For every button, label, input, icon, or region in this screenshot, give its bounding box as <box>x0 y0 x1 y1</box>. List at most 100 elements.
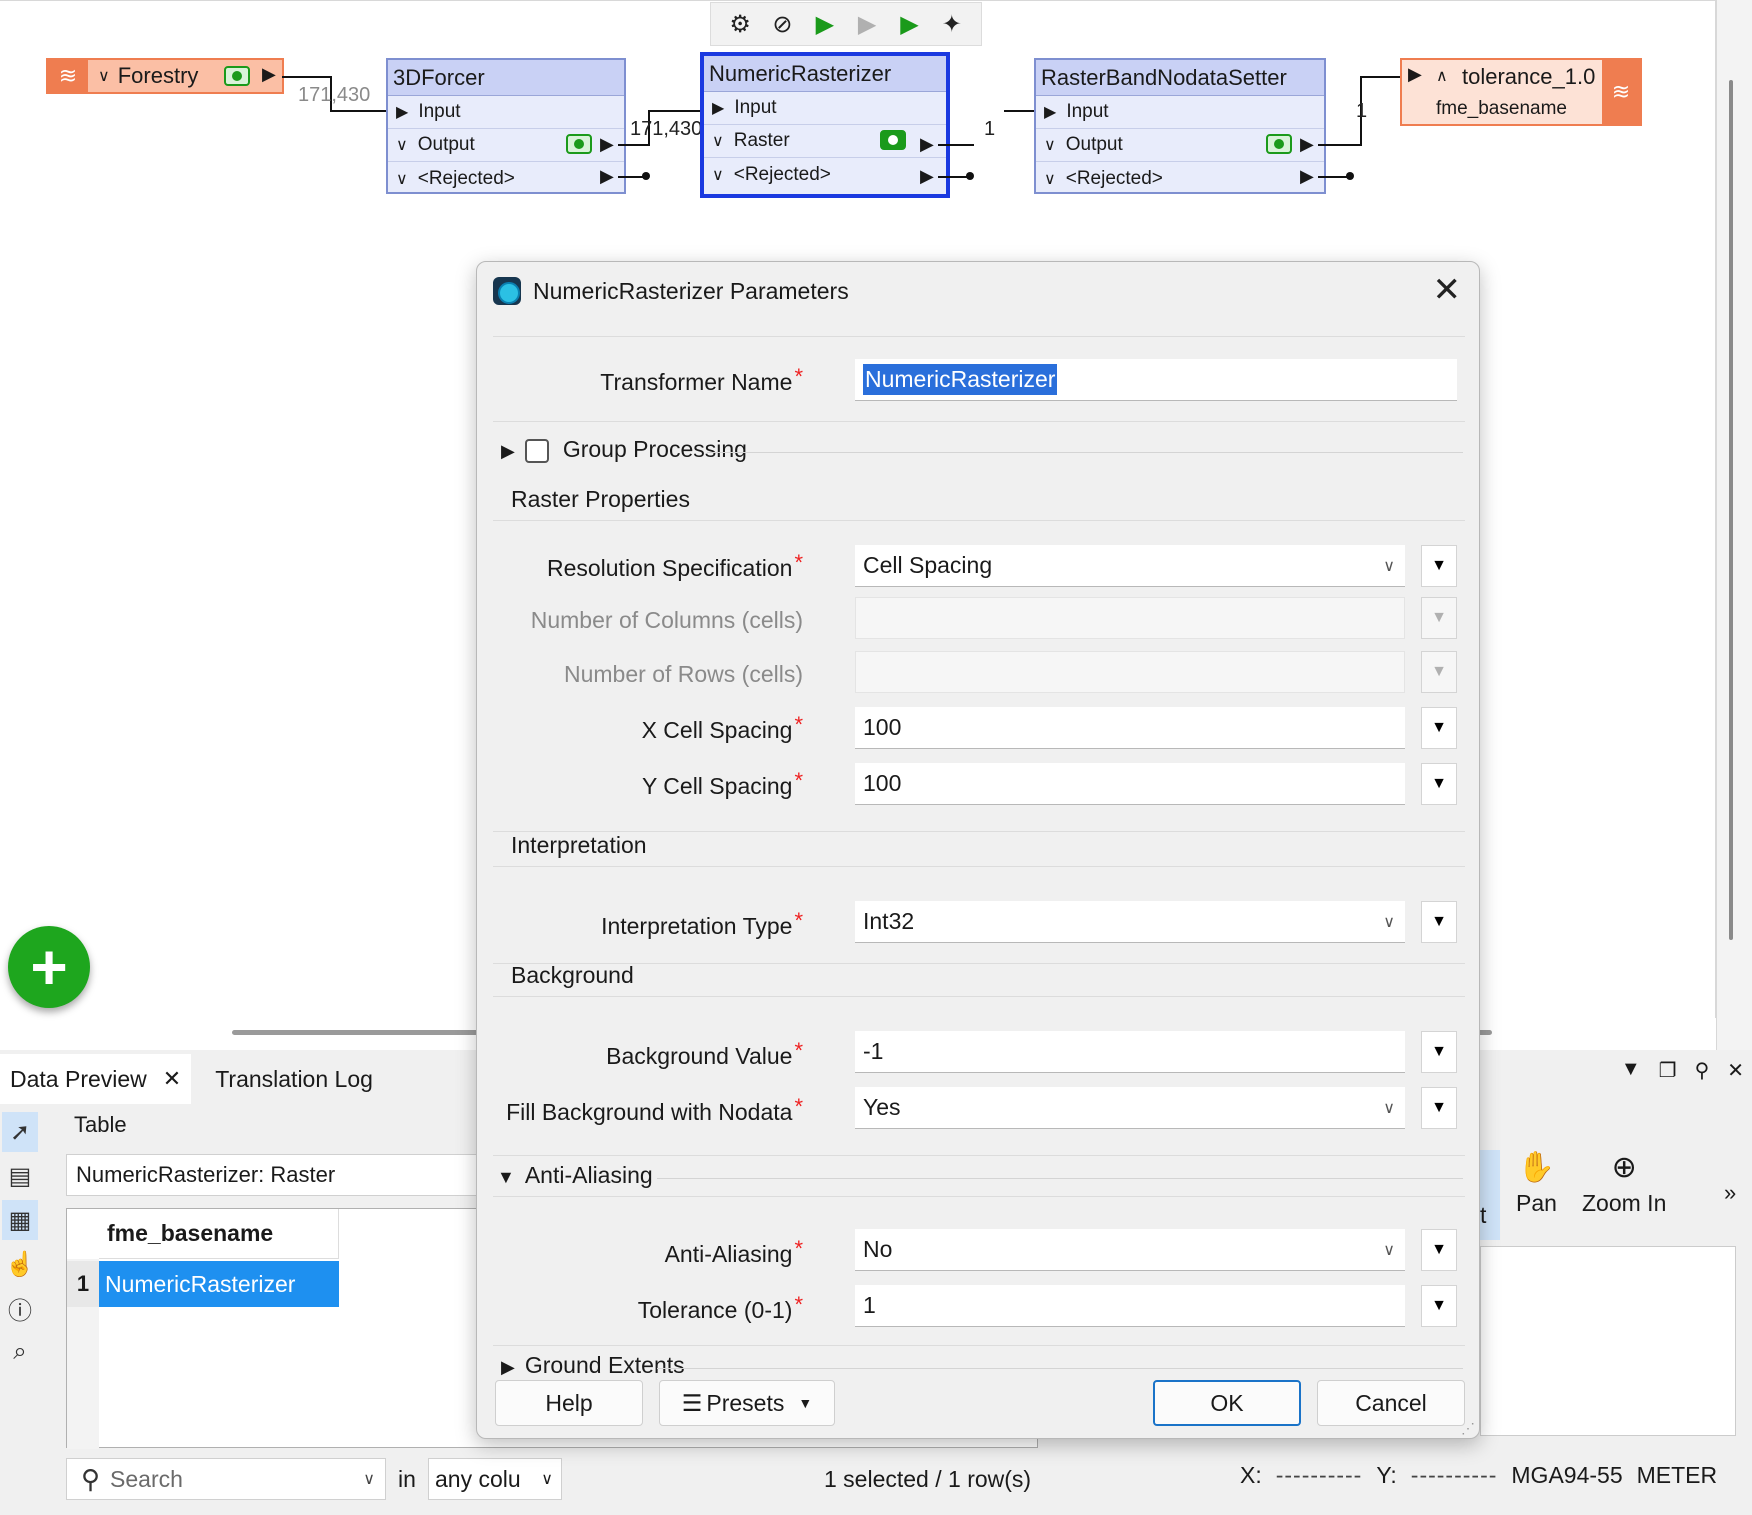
connection-line[interactable] <box>1318 144 1360 146</box>
transformer-numericrasterizer[interactable]: NumericRasterizer ▶ Input ∨ Raster ∨ <Rejec… <box>700 52 950 198</box>
divider <box>657 1368 1463 1369</box>
connection-line[interactable] <box>330 110 388 112</box>
input-port[interactable]: ▶ Input <box>1036 96 1324 129</box>
pan-tool[interactable]: ✋ Pan <box>1516 1150 1557 1217</box>
resolution-select[interactable]: Cell Spacing ∨ <box>855 545 1405 587</box>
table-selector[interactable]: NumericRasterizer: Raster <box>66 1154 536 1196</box>
rejected-port-arrow-icon[interactable]: ▶ <box>1300 166 1314 187</box>
anti-aliasing-header[interactable]: ▼ Anti-Aliasing <box>497 1162 653 1189</box>
cancel-button[interactable]: Cancel <box>1317 1380 1465 1426</box>
zoom-in-tool[interactable]: ⊕ Zoom In <box>1582 1150 1666 1217</box>
transformer-3dforcer[interactable]: 3DForcer ▶ Input ∨ Output ∨ <Rejected> <box>386 58 626 194</box>
pointer-icon[interactable]: ☝ <box>2 1244 38 1284</box>
tolerance-input[interactable]: 1 <box>855 1285 1405 1327</box>
output-port[interactable]: ∨ Output <box>1036 129 1324 162</box>
canvas-vertical-scrollbar[interactable] <box>1729 80 1733 940</box>
pin-icon[interactable]: ⚲ <box>1695 1058 1710 1083</box>
close-icon[interactable]: ✕ <box>1433 270 1462 310</box>
dialog-title: NumericRasterizer Parameters <box>533 277 849 304</box>
writer-input-arrow-icon[interactable]: ▶ <box>1408 64 1422 85</box>
transformer-name-input[interactable]: NumericRasterizer <box>855 359 1457 401</box>
value-menu-button[interactable]: ▼ <box>1421 1285 1457 1327</box>
column-filter-select[interactable]: any colu ∨ <box>428 1458 562 1500</box>
output-port-arrow-icon[interactable]: ▶ <box>262 64 276 85</box>
info-icon[interactable]: ⓘ <box>2 1288 38 1328</box>
tab-translation-log[interactable]: Translation Log <box>205 1054 383 1104</box>
chevron-down-icon[interactable]: ∨ <box>363 1469 375 1489</box>
value-menu-button[interactable]: ▼ <box>1421 901 1457 943</box>
output-port-arrow-icon[interactable]: ▶ <box>920 134 934 155</box>
y-spacing-input[interactable]: 100 <box>855 763 1405 805</box>
connection-line[interactable] <box>1360 76 1402 78</box>
ok-button[interactable]: OK <box>1153 1380 1301 1426</box>
rejected-port[interactable]: ∨ <Rejected> <box>1036 162 1324 195</box>
run-from-icon[interactable]: ▶ <box>894 9 924 39</box>
collapse-chevron-icon[interactable]: ∨ <box>98 66 110 86</box>
reader-forestry[interactable]: ≋ ∨ Forestry ▶ <box>46 58 284 94</box>
tab-data-preview[interactable]: Data Preview ✕ <box>0 1054 192 1104</box>
panel-icon[interactable]: ▤ <box>2 1156 38 1196</box>
group-processing-checkbox[interactable] <box>524 438 549 463</box>
aa-select[interactable]: No ∨ <box>855 1229 1405 1271</box>
map-view[interactable] <box>1480 1246 1736 1436</box>
run-to-icon[interactable]: ▶ <box>852 9 882 39</box>
select-cursor-icon[interactable]: ➚ <box>2 1112 38 1152</box>
output-port[interactable]: ∨ Output <box>388 129 624 162</box>
inspect-icon[interactable]: ⌕ <box>2 1332 38 1372</box>
dialog-titlebar[interactable]: NumericRasterizer Parameters <box>477 262 1479 320</box>
value-menu-button[interactable]: ▼ <box>1421 1087 1457 1129</box>
chevron-down-icon[interactable]: ▼ <box>1621 1058 1641 1083</box>
feature-cache-eye-icon[interactable] <box>1266 134 1292 154</box>
presets-button[interactable]: ☰ Presets ▼ <box>659 1380 835 1426</box>
value-menu-button[interactable]: ▼ <box>1421 1031 1457 1073</box>
search-input[interactable]: ⚲ Search ∨ <box>66 1458 386 1500</box>
feature-cache-eye-icon[interactable] <box>224 66 250 86</box>
collapse-chevron-icon[interactable]: ∧ <box>1436 66 1448 86</box>
row-number[interactable]: 1 <box>67 1261 99 1307</box>
feature-cache-eye-icon[interactable] <box>880 130 906 150</box>
connection-line[interactable] <box>648 110 704 112</box>
connection-line[interactable] <box>618 144 648 146</box>
restore-icon[interactable]: ❐ <box>1659 1058 1677 1083</box>
add-transformer-button[interactable]: + <box>8 926 90 1008</box>
value-menu-button[interactable]: ▼ <box>1421 707 1457 749</box>
value-menu-button[interactable]: ▼ <box>1421 763 1457 805</box>
rejected-port[interactable]: ∨ <Rejected> <box>704 158 946 191</box>
value-menu-button[interactable]: ▼ <box>1421 545 1457 587</box>
output-port-arrow-icon[interactable]: ▶ <box>600 134 614 155</box>
ground-extents-header[interactable]: ▶ Ground Extents <box>501 1352 685 1379</box>
table-icon[interactable]: ▦ <box>2 1200 38 1240</box>
output-port[interactable]: ∨ Raster <box>704 125 946 158</box>
canvas-vertical-scrollbar-track[interactable] <box>1716 0 1752 1050</box>
more-tools-icon[interactable]: » <box>1724 1180 1736 1206</box>
run-icon[interactable]: ▶ <box>810 9 840 39</box>
interp-type-select[interactable]: Int32 ∨ <box>855 901 1405 943</box>
close-icon[interactable]: ✕ <box>163 1066 181 1092</box>
help-button[interactable]: Help <box>495 1380 643 1426</box>
connection-line[interactable] <box>938 144 974 146</box>
output-port-arrow-icon[interactable]: ▶ <box>1300 134 1314 155</box>
crs-label[interactable]: MGA94-55 <box>1511 1462 1622 1489</box>
sparkle-icon[interactable]: ✦ <box>937 9 967 39</box>
value-menu-button[interactable]: ▼ <box>1421 1229 1457 1271</box>
resize-grip-icon[interactable]: ⋰ <box>1461 1420 1475 1436</box>
input-port[interactable]: ▶ Input <box>704 92 946 125</box>
input-port[interactable]: ▶ Input <box>388 96 624 129</box>
units-label[interactable]: METER <box>1637 1462 1718 1489</box>
disable-icon[interactable]: ⊘ <box>767 9 797 39</box>
rejected-port-arrow-icon[interactable]: ▶ <box>920 166 934 187</box>
column-header[interactable]: fme_basename <box>99 1209 339 1259</box>
transformer-rasterbandnodatasetter[interactable]: RasterBandNodataSetter ▶ Input ∨ Output ∨ <… <box>1034 58 1326 194</box>
group-processing-header[interactable]: ▶ Group Processing <box>501 436 747 463</box>
rejected-port-arrow-icon[interactable]: ▶ <box>600 166 614 187</box>
table-cell[interactable]: NumericRasterizer <box>99 1261 339 1307</box>
fill-nodata-select[interactable]: Yes ∨ <box>855 1087 1405 1129</box>
bg-value-input[interactable]: -1 <box>855 1031 1405 1073</box>
gear-icon[interactable]: ⚙ <box>725 9 755 39</box>
rejected-port[interactable]: ∨ <Rejected> <box>388 162 624 195</box>
connection-line[interactable] <box>282 76 330 78</box>
close-icon[interactable]: ✕ <box>1727 1058 1744 1083</box>
writer-tolerance[interactable]: ▶ ∧ tolerance_1.0 fme_basename ≋ <box>1400 58 1642 126</box>
feature-cache-eye-icon[interactable] <box>566 134 592 154</box>
x-spacing-input[interactable]: 100 <box>855 707 1405 749</box>
